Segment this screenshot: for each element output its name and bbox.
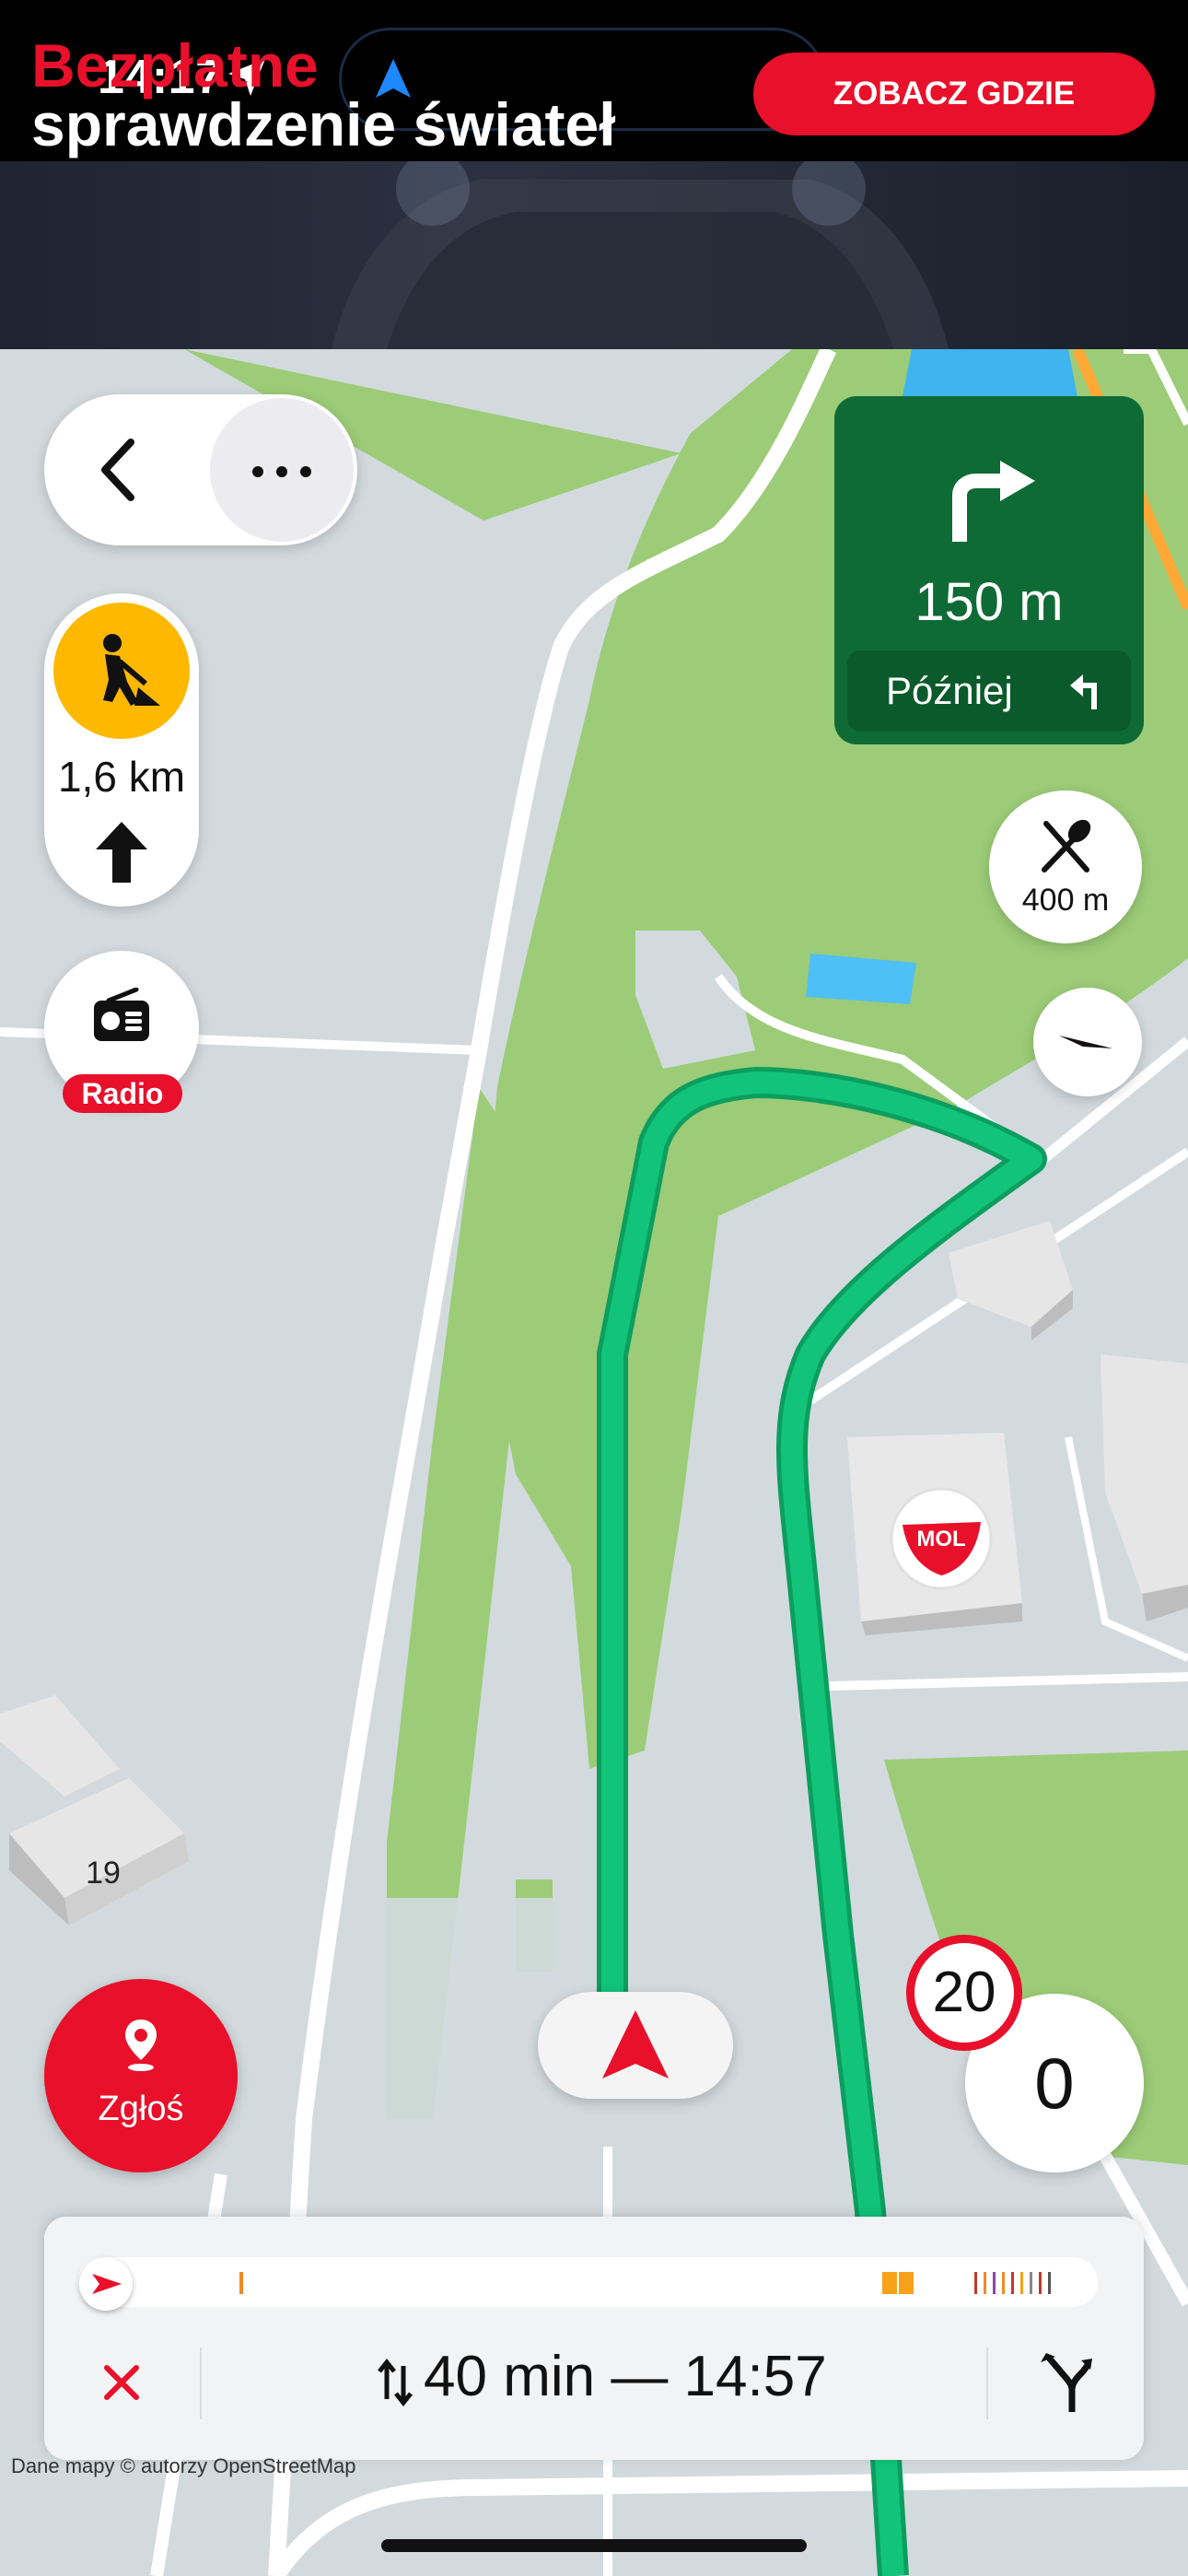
- clearing: [387, 1898, 553, 2119]
- chevron-left-icon: [101, 439, 134, 501]
- ad-car-background: [332, 161, 949, 349]
- traffic-markers: [239, 2272, 1051, 2294]
- arrow-up-icon: [96, 822, 147, 883]
- roadwork-distance: 1,6 km: [57, 753, 186, 801]
- poi-distance: 400 m: [1021, 883, 1110, 918]
- roadwork-icon: [53, 603, 190, 739]
- back-button[interactable]: [44, 394, 210, 545]
- alternative-routes-button[interactable]: [1031, 2346, 1105, 2419]
- report-button[interactable]: [44, 1979, 238, 2172]
- navigation-arrow-icon: [602, 2010, 669, 2078]
- arrow-right-icon: [92, 2274, 122, 2294]
- route-fork-icon: [1041, 2353, 1092, 2412]
- mol-logo: MOL: [916, 1527, 965, 1551]
- ad-cta-button[interactable]: ZOBACZ GDZIE: [753, 53, 1155, 135]
- radio-icon: [94, 988, 149, 1041]
- radio-label: Radio: [63, 1074, 182, 1113]
- compass-needle-icon: [1059, 1036, 1112, 1048]
- turn-right-icon: [952, 461, 1035, 542]
- more-dots-icon: [252, 466, 311, 477]
- report-label: Zgłoś: [98, 2090, 184, 2128]
- route-progress-bar: [77, 2257, 1098, 2307]
- next-maneuver-label: Później: [886, 669, 1013, 712]
- speed-limit-sign: 20: [906, 1935, 1022, 2051]
- building-number: 19: [86, 1856, 121, 1891]
- map-attribution: Dane mapy © autorzy OpenStreetMap: [11, 2454, 356, 2477]
- home-indicator[interactable]: [381, 2539, 807, 2552]
- water: [903, 349, 1077, 396]
- ad-banner[interactable]: [0, 161, 1188, 349]
- divider: [200, 2348, 202, 2419]
- restaurant-icon: [1042, 819, 1091, 872]
- location-pin-icon: [125, 2020, 157, 2071]
- close-icon: [104, 2365, 139, 2400]
- swap-arrows-icon: [378, 2359, 413, 2406]
- maneuver-distance: 150 m: [914, 572, 1064, 632]
- divider: [986, 2348, 988, 2419]
- ad-headline-white: sprawdzenie świateł: [31, 90, 616, 158]
- trip-panel: [44, 2217, 1144, 2460]
- trip-eta[interactable]: 40 min — 14:57: [424, 2344, 827, 2409]
- turn-left-icon: [1070, 674, 1097, 709]
- building: MOL: [847, 1433, 1022, 1635]
- cancel-route-button[interactable]: [85, 2346, 158, 2419]
- progress-position-marker: [79, 2257, 133, 2311]
